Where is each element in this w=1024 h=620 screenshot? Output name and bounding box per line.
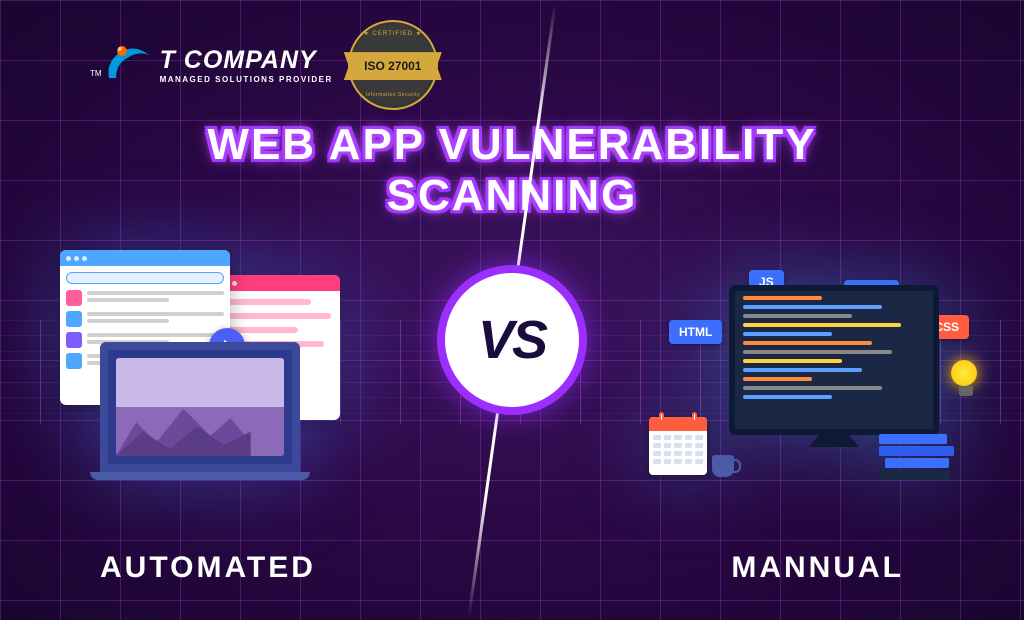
trademark-label: TM xyxy=(90,69,102,78)
laptop-base xyxy=(90,472,310,480)
pencil-cup-icon xyxy=(712,455,734,477)
manual-label: MANNUAL xyxy=(731,551,904,585)
laptop-screen xyxy=(100,342,300,472)
iso-certification-badge: ★ CERTIFIED ★ ISO 27001 Information Secu… xyxy=(348,20,438,110)
html-tag: HTML xyxy=(669,320,722,344)
company-tagline: MANAGED SOLUTIONS PROVIDER xyxy=(160,75,333,84)
company-logo: TM T COMPANY MANAGED SOLUTIONS PROVIDER xyxy=(90,43,333,88)
logo-swoosh-icon xyxy=(104,43,154,88)
vs-badge: VS xyxy=(437,265,587,415)
company-name: T COMPANY xyxy=(160,46,333,75)
code-monitor xyxy=(729,285,939,435)
header-logos: TM T COMPANY MANAGED SOLUTIONS PROVIDER … xyxy=(90,20,438,110)
page-title: WEB APP VULNERABILITY SCANNING xyxy=(0,120,1024,221)
lightbulb-icon xyxy=(951,360,981,400)
badge-bottom-text: Information Security xyxy=(350,92,436,98)
calendar-icon xyxy=(649,417,707,475)
books-stack-icon xyxy=(879,432,954,480)
badge-main-text: ISO 27001 xyxy=(344,52,442,80)
manual-illustration: JS CODE </> HTML CSS xyxy=(649,265,969,485)
title-line-1: WEB APP VULNERABILITY xyxy=(207,120,816,169)
automated-illustration xyxy=(60,250,340,480)
automated-label: AUTOMATED xyxy=(100,551,316,585)
vs-text: VS xyxy=(478,309,546,371)
badge-top-text: ★ CERTIFIED ★ xyxy=(350,30,436,37)
search-bar-graphic xyxy=(66,272,224,284)
title-line-2: SCANNING xyxy=(387,171,638,220)
